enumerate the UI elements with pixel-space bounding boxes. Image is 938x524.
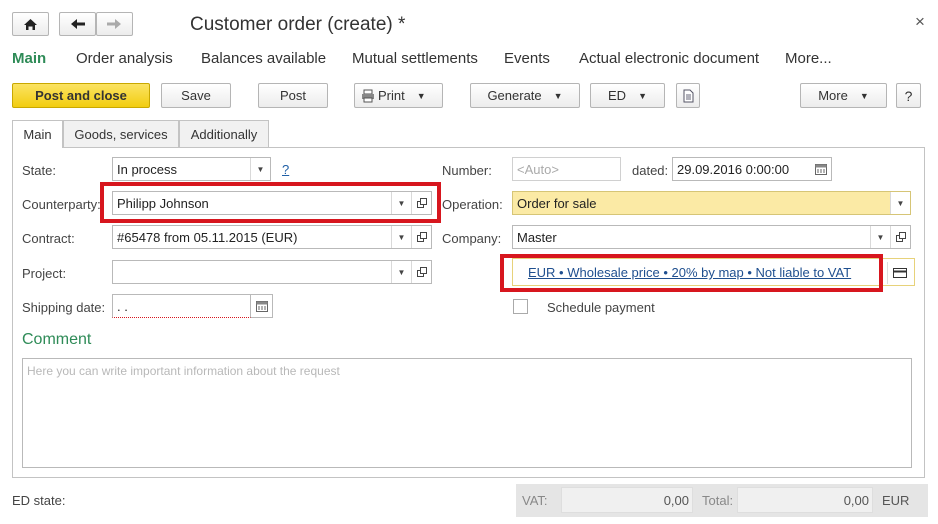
subtab-additionally[interactable]: Additionally	[179, 120, 269, 147]
generate-label: Generate	[487, 88, 542, 103]
post-button[interactable]: Post	[258, 83, 328, 108]
help-label: ?	[904, 87, 913, 104]
vat-value: 0,00	[663, 493, 689, 508]
arrow-right-icon	[107, 19, 121, 29]
subtab-additionally-label: Additionally	[190, 126, 258, 142]
currency-label: EUR	[882, 493, 910, 508]
total-label: Total:	[702, 493, 734, 508]
chevron-down-icon[interactable]: ▼	[250, 158, 270, 180]
total-value: 0,00	[843, 493, 869, 508]
company-field[interactable]: Master ▼	[512, 225, 911, 249]
post-and-close-label: Post and close	[35, 88, 127, 103]
operation-select[interactable]: Order for sale ▼	[512, 191, 911, 215]
project-label: Project:	[22, 266, 67, 281]
post-label: Post	[279, 88, 306, 103]
contract-label: Contract:	[22, 231, 75, 246]
save-label: Save	[181, 88, 211, 103]
dated-label: dated:	[632, 163, 669, 178]
printer-icon	[362, 89, 374, 102]
subtab-goods-services[interactable]: Goods, services	[63, 120, 179, 147]
print-label: Print	[378, 88, 405, 103]
chevron-down-icon: ▼	[416, 90, 426, 101]
number-label: Number:	[442, 163, 492, 178]
open-icon[interactable]	[411, 226, 431, 248]
card-icon[interactable]	[887, 262, 911, 284]
schedule-payment-checkbox[interactable]	[513, 299, 528, 314]
chevron-down-icon[interactable]: ▼	[870, 226, 890, 248]
comment-heading: Comment	[22, 331, 92, 348]
shipping-date-field[interactable]: . .	[112, 294, 251, 318]
document-button[interactable]	[676, 83, 700, 108]
calendar-icon[interactable]	[251, 294, 273, 318]
subtab-main[interactable]: Main	[12, 120, 63, 148]
chevron-down-icon[interactable]: ▼	[391, 261, 411, 283]
home-button[interactable]	[12, 12, 49, 36]
open-icon[interactable]	[411, 261, 431, 283]
ed-button[interactable]: ED ▼	[590, 83, 665, 108]
operation-label: Operation:	[442, 197, 503, 212]
number-placeholder: <Auto>	[517, 162, 559, 177]
company-label: Company:	[442, 231, 502, 246]
counterparty-label: Counterparty:	[22, 197, 101, 212]
shipping-date-value: . .	[117, 299, 128, 314]
comment-placeholder: Here you can write important information…	[27, 364, 340, 378]
chevron-down-icon: ▼	[859, 90, 869, 101]
dated-value: 29.09.2016 0:00:00	[677, 162, 790, 177]
tab-mutual-settlements[interactable]: Mutual settlements	[352, 50, 478, 67]
more-button[interactable]: More ▼	[800, 83, 887, 108]
chevron-down-icon[interactable]: ▼	[890, 192, 910, 214]
subtab-goods-services-label: Goods, services	[74, 126, 168, 142]
state-select[interactable]: In process ▼	[112, 157, 271, 181]
window-title: Customer order (create) *	[190, 14, 406, 35]
contract-value: #65478 from 05.11.2015 (EUR)	[117, 230, 298, 245]
number-field[interactable]: <Auto>	[512, 157, 621, 181]
arrow-left-icon	[71, 19, 85, 29]
post-and-close-button[interactable]: Post and close	[12, 83, 150, 108]
contract-field[interactable]: #65478 from 05.11.2015 (EUR) ▼	[112, 225, 432, 249]
ed-state-label: ED state:	[12, 493, 66, 508]
calendar-icon[interactable]	[810, 157, 832, 181]
vat-label: VAT:	[522, 493, 548, 508]
counterparty-highlight	[100, 182, 441, 223]
open-icon[interactable]	[890, 226, 910, 248]
chevron-down-icon: ▼	[553, 90, 563, 101]
comment-textarea[interactable]: Here you can write important information…	[22, 358, 912, 468]
project-field[interactable]: ▼	[112, 260, 432, 284]
dated-field[interactable]: 29.09.2016 0:00:00	[672, 157, 811, 181]
operation-value: Order for sale	[517, 196, 597, 211]
subtab-main-label: Main	[23, 127, 52, 142]
shipping-date-label: Shipping date:	[22, 300, 106, 315]
back-button[interactable]	[59, 12, 96, 36]
tab-main[interactable]: Main	[12, 50, 46, 67]
chevron-down-icon[interactable]: ▼	[391, 226, 411, 248]
help-button[interactable]: ?	[896, 83, 921, 108]
save-button[interactable]: Save	[161, 83, 231, 108]
chevron-down-icon: ▼	[638, 90, 647, 101]
state-label: State:	[22, 163, 56, 178]
state-help-link[interactable]: ?	[282, 162, 289, 177]
home-icon	[24, 19, 37, 30]
document-icon	[683, 89, 694, 102]
company-value: Master	[517, 230, 557, 245]
close-icon[interactable]: ×	[915, 12, 925, 32]
generate-button[interactable]: Generate ▼	[470, 83, 580, 108]
tab-order-analysis[interactable]: Order analysis	[76, 50, 173, 67]
more-label: More	[818, 88, 848, 103]
ed-label: ED	[608, 88, 627, 103]
tab-more[interactable]: More...	[785, 50, 832, 67]
print-button[interactable]: Print ▼	[354, 83, 443, 108]
tab-events[interactable]: Events	[504, 50, 550, 67]
price-settings-highlight	[500, 254, 883, 292]
tab-actual-electronic-document[interactable]: Actual electronic document	[579, 50, 759, 67]
forward-button[interactable]	[96, 12, 133, 36]
schedule-payment-label: Schedule payment	[547, 300, 655, 315]
state-value: In process	[117, 162, 177, 177]
tab-balances-available[interactable]: Balances available	[201, 50, 326, 67]
